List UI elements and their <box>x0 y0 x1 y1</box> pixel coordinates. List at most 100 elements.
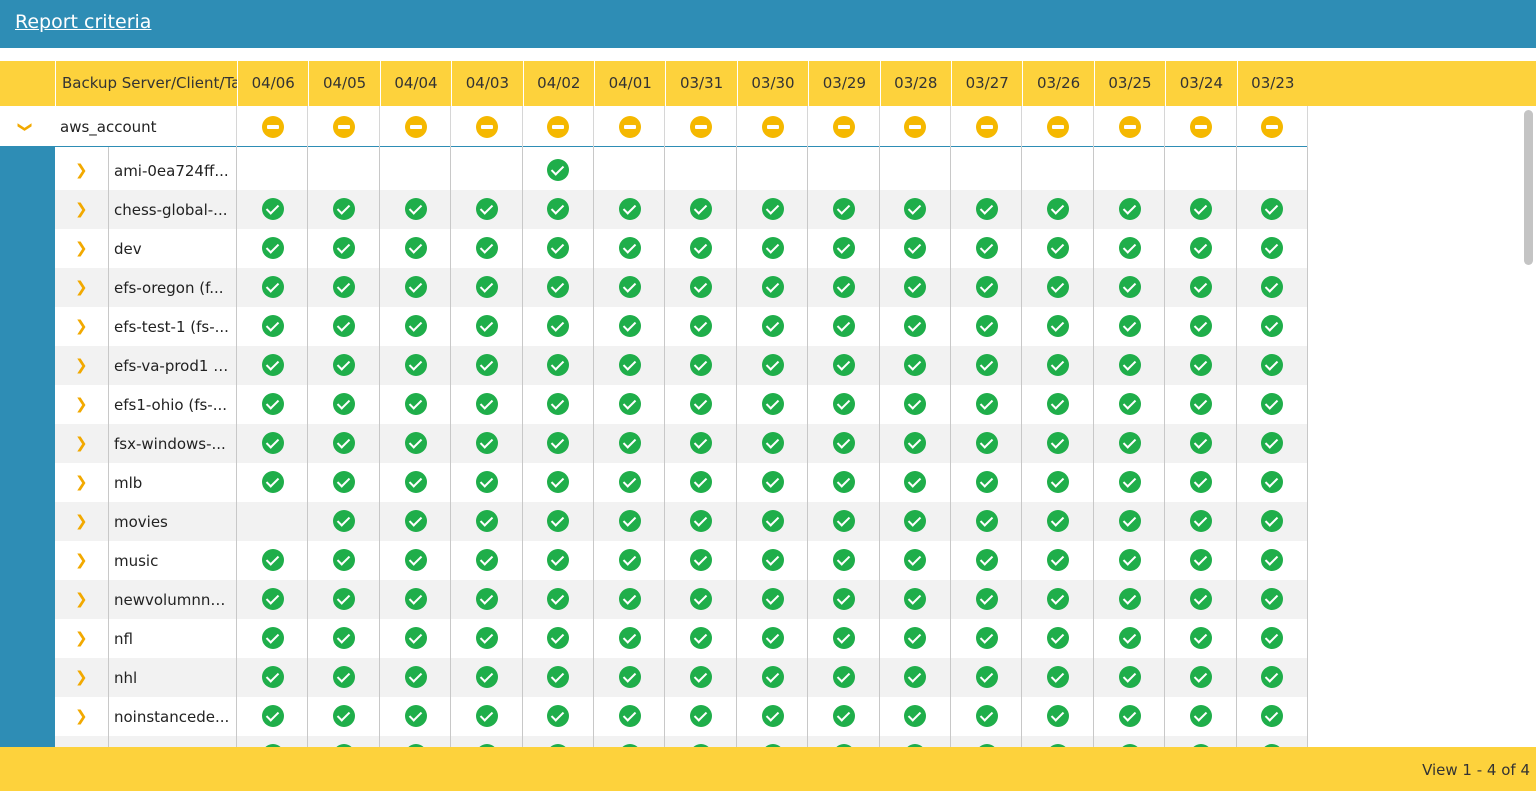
success-check-icon[interactable] <box>975 549 998 571</box>
success-check-icon[interactable] <box>261 666 284 688</box>
chevron-right-icon[interactable]: ❯ <box>75 707 88 725</box>
success-check-icon[interactable] <box>333 471 356 493</box>
success-check-icon[interactable] <box>904 549 927 571</box>
table-row[interactable]: ❯ efs-va-prod1 (... <box>55 346 1307 385</box>
partial-status-icon[interactable] <box>261 116 284 138</box>
success-check-icon[interactable] <box>1189 432 1212 454</box>
success-check-icon[interactable] <box>547 393 570 415</box>
success-check-icon[interactable] <box>1047 393 1070 415</box>
success-check-icon[interactable] <box>975 393 998 415</box>
table-row[interactable]: ❯ mlb <box>55 463 1307 502</box>
success-check-icon[interactable] <box>832 198 855 220</box>
success-check-icon[interactable] <box>690 432 713 454</box>
success-check-icon[interactable] <box>1261 588 1284 610</box>
date-column-header[interactable]: 04/03 <box>451 61 522 106</box>
success-check-icon[interactable] <box>975 315 998 337</box>
success-check-icon[interactable] <box>1261 627 1284 649</box>
success-check-icon[interactable] <box>975 237 998 259</box>
success-check-icon[interactable] <box>547 276 570 298</box>
success-check-icon[interactable] <box>761 237 784 259</box>
partial-status-icon[interactable] <box>690 116 713 138</box>
success-check-icon[interactable] <box>1118 666 1141 688</box>
success-check-icon[interactable] <box>761 354 784 376</box>
date-column-header[interactable]: 04/02 <box>522 61 594 106</box>
partial-status-icon[interactable] <box>333 116 356 138</box>
success-check-icon[interactable] <box>618 432 641 454</box>
success-check-icon[interactable] <box>690 510 713 532</box>
chevron-right-icon[interactable]: ❯ <box>75 317 88 335</box>
success-check-icon[interactable] <box>1047 354 1070 376</box>
success-check-icon[interactable] <box>618 549 641 571</box>
success-check-icon[interactable] <box>475 276 498 298</box>
success-check-icon[interactable] <box>690 549 713 571</box>
success-check-icon[interactable] <box>261 549 284 571</box>
success-check-icon[interactable] <box>1261 432 1284 454</box>
success-check-icon[interactable] <box>1118 705 1141 727</box>
success-check-icon[interactable] <box>761 471 784 493</box>
partial-status-icon[interactable] <box>404 116 427 138</box>
success-check-icon[interactable] <box>261 705 284 727</box>
success-check-icon[interactable] <box>547 315 570 337</box>
chevron-right-icon[interactable]: ❯ <box>75 356 88 374</box>
success-check-icon[interactable] <box>618 627 641 649</box>
success-check-icon[interactable] <box>761 588 784 610</box>
success-check-icon[interactable] <box>690 666 713 688</box>
success-check-icon[interactable] <box>547 471 570 493</box>
success-check-icon[interactable] <box>904 471 927 493</box>
success-check-icon[interactable] <box>475 666 498 688</box>
success-check-icon[interactable] <box>975 471 998 493</box>
success-check-icon[interactable] <box>1261 237 1284 259</box>
success-check-icon[interactable] <box>1118 471 1141 493</box>
partial-status-icon[interactable] <box>1189 116 1212 138</box>
success-check-icon[interactable] <box>333 666 356 688</box>
success-check-icon[interactable] <box>333 432 356 454</box>
success-check-icon[interactable] <box>975 276 998 298</box>
success-check-icon[interactable] <box>475 198 498 220</box>
success-check-icon[interactable] <box>1118 510 1141 532</box>
success-check-icon[interactable] <box>1118 393 1141 415</box>
success-check-icon[interactable] <box>547 549 570 571</box>
success-check-icon[interactable] <box>1118 432 1141 454</box>
success-check-icon[interactable] <box>261 588 284 610</box>
success-check-icon[interactable] <box>832 705 855 727</box>
chevron-right-icon[interactable]: ❯ <box>75 239 88 257</box>
success-check-icon[interactable] <box>547 705 570 727</box>
success-check-icon[interactable] <box>333 588 356 610</box>
success-check-icon[interactable] <box>261 393 284 415</box>
date-column-header[interactable]: 04/05 <box>308 61 379 106</box>
success-check-icon[interactable] <box>1261 315 1284 337</box>
success-check-icon[interactable] <box>761 549 784 571</box>
success-check-icon[interactable] <box>904 276 927 298</box>
success-check-icon[interactable] <box>547 432 570 454</box>
success-check-icon[interactable] <box>1118 315 1141 337</box>
success-check-icon[interactable] <box>404 276 427 298</box>
success-check-icon[interactable] <box>1118 198 1141 220</box>
success-check-icon[interactable] <box>475 627 498 649</box>
success-check-icon[interactable] <box>1047 705 1070 727</box>
success-check-icon[interactable] <box>333 705 356 727</box>
date-column-header[interactable]: 03/26 <box>1022 61 1093 106</box>
table-row[interactable]: ❯ fsx-windows-... <box>55 424 1307 463</box>
success-check-icon[interactable] <box>1047 627 1070 649</box>
chevron-right-icon[interactable]: ❯ <box>75 629 88 647</box>
success-check-icon[interactable] <box>1118 276 1141 298</box>
success-check-icon[interactable] <box>975 354 998 376</box>
success-check-icon[interactable] <box>904 705 927 727</box>
success-check-icon[interactable] <box>475 393 498 415</box>
success-check-icon[interactable] <box>475 471 498 493</box>
success-check-icon[interactable] <box>690 276 713 298</box>
success-check-icon[interactable] <box>404 666 427 688</box>
success-check-icon[interactable] <box>547 354 570 376</box>
success-check-icon[interactable] <box>690 237 713 259</box>
success-check-icon[interactable] <box>1189 354 1212 376</box>
success-check-icon[interactable] <box>832 354 855 376</box>
success-check-icon[interactable] <box>261 198 284 220</box>
success-check-icon[interactable] <box>761 315 784 337</box>
success-check-icon[interactable] <box>832 237 855 259</box>
table-row[interactable]: ❯ ami-0ea724ff... <box>55 151 1307 190</box>
success-check-icon[interactable] <box>832 276 855 298</box>
success-check-icon[interactable] <box>690 588 713 610</box>
success-check-icon[interactable] <box>618 666 641 688</box>
table-row[interactable]: ❯ dev <box>55 229 1307 268</box>
success-check-icon[interactable] <box>475 432 498 454</box>
